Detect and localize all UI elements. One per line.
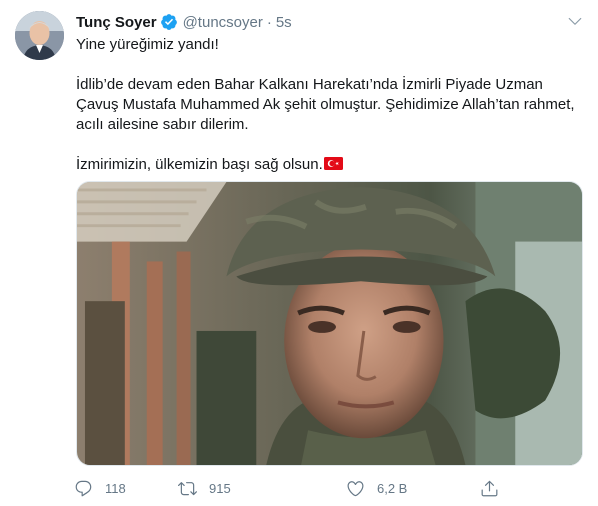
tweet-line-3-text: İzmirimizin, ülkemizin başı sağ olsun.	[76, 156, 323, 173]
like-icon	[347, 480, 364, 496]
retweet-button[interactable]: 915	[178, 476, 231, 500]
author-name[interactable]: Tunç Soyer	[76, 14, 157, 31]
turkey-flag-icon	[323, 156, 343, 170]
tweet-line-3: İzmirimizin, ülkemizin başı sağ olsun.	[76, 155, 586, 175]
tweet-header: Tunç Soyer @tuncsoyer · 5s	[76, 11, 292, 33]
share-icon	[481, 480, 498, 496]
like-count: 6,2 B	[377, 480, 408, 496]
retweet-count: 915	[209, 480, 231, 496]
verified-badge-icon	[160, 13, 178, 31]
tweet-timestamp[interactable]: 5s	[276, 14, 292, 31]
tweet-actions: 118 915 6,2 B	[70, 476, 510, 500]
author-handle[interactable]: @tuncsoyer	[183, 14, 263, 31]
separator: ·	[266, 13, 272, 31]
reply-icon	[75, 480, 92, 496]
reply-button[interactable]: 118	[74, 476, 126, 500]
tweet[interactable]: Tunç Soyer @tuncsoyer · 5s Yine yüreğimi…	[0, 0, 598, 506]
tweet-line-2: İdlib’de devam eden Bahar Kalkanı Hareka…	[76, 76, 575, 133]
reply-count: 118	[105, 480, 126, 496]
tweet-photo[interactable]	[76, 181, 583, 466]
retweet-icon	[178, 481, 197, 495]
avatar[interactable]	[15, 11, 64, 60]
share-button[interactable]	[480, 476, 499, 500]
tweet-text: Yine yüreğimiz yandı! İdlib’de devam ede…	[76, 35, 586, 175]
tweet-line-1: Yine yüreğimiz yandı!	[76, 36, 219, 53]
like-button[interactable]: 6,2 B	[346, 476, 407, 500]
caret-down-icon[interactable]	[566, 12, 584, 30]
